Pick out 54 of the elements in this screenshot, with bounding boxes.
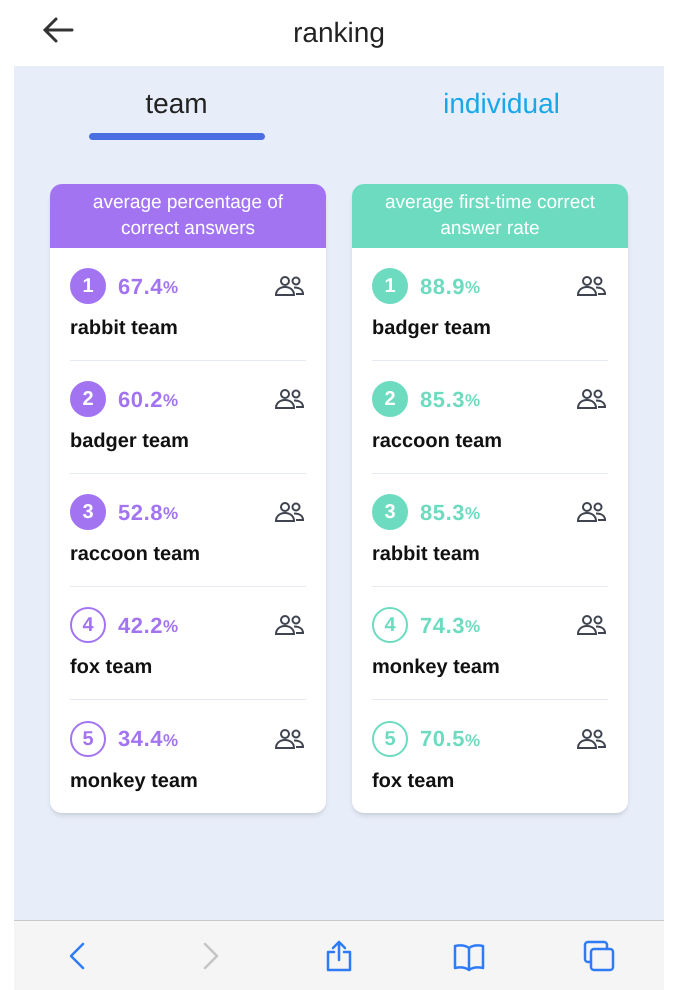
team-name: monkey team — [372, 655, 501, 679]
people-icon — [274, 614, 306, 636]
people-icon — [274, 501, 306, 523]
score-value: 88.9 — [420, 272, 466, 300]
rank-badge: 3 — [372, 494, 408, 530]
rank-badge: 3 — [70, 494, 106, 530]
rank-badge: 1 — [70, 268, 106, 304]
people-icon — [274, 388, 306, 410]
team-name: raccoon team — [372, 429, 504, 453]
percent-sign: % — [465, 503, 480, 526]
page-title: ranking — [293, 16, 385, 50]
rank-badge: 2 — [372, 381, 408, 417]
percent-sign: % — [465, 730, 480, 752]
score-value: 74.3 — [420, 612, 466, 640]
people-icon — [576, 501, 608, 523]
people-icon — [576, 728, 608, 750]
card-title: average first-time correct answer rate — [384, 191, 596, 241]
rank-badge: 5 — [70, 720, 106, 756]
percent-sign: % — [163, 277, 178, 300]
team-name: badger team — [70, 429, 190, 453]
team-name: fox team — [372, 768, 456, 792]
rank-badge: 4 — [70, 607, 106, 643]
score-value: 60.2 — [118, 386, 164, 414]
rank-badge: 4 — [372, 607, 408, 643]
team-name: monkey team — [70, 768, 199, 792]
team-name: raccoon team — [70, 542, 202, 566]
percent-sign: % — [163, 390, 178, 412]
score-value: 85.3 — [420, 498, 466, 526]
rank-badge: 1 — [372, 268, 408, 304]
people-icon — [274, 728, 306, 750]
people-icon — [274, 275, 306, 297]
percent-sign: % — [465, 616, 480, 638]
score-value: 70.5 — [420, 725, 466, 753]
rank-badge: 5 — [372, 720, 408, 756]
card-title: average percentage of correct answers — [92, 191, 284, 241]
score-value: 42.2 — [118, 612, 164, 640]
percent-sign: % — [163, 616, 178, 638]
score-value: 34.4 — [118, 725, 164, 753]
people-icon — [576, 388, 608, 410]
people-icon — [576, 275, 608, 297]
percent-sign: % — [465, 390, 480, 412]
team-name: rabbit team — [372, 542, 481, 566]
team-name: badger team — [372, 316, 492, 340]
score-value: 67.4 — [118, 272, 164, 300]
people-icon — [576, 614, 608, 636]
rank-badge: 2 — [70, 381, 106, 417]
team-name: fox team — [70, 655, 154, 679]
percent-sign: % — [163, 503, 178, 526]
score-value: 52.8 — [118, 498, 164, 526]
score-value: 85.3 — [420, 386, 466, 414]
percent-sign: % — [465, 277, 480, 300]
percent-sign: % — [163, 730, 178, 752]
team-name: rabbit team — [70, 316, 179, 340]
tab[interactable]: team — [137, 82, 216, 124]
